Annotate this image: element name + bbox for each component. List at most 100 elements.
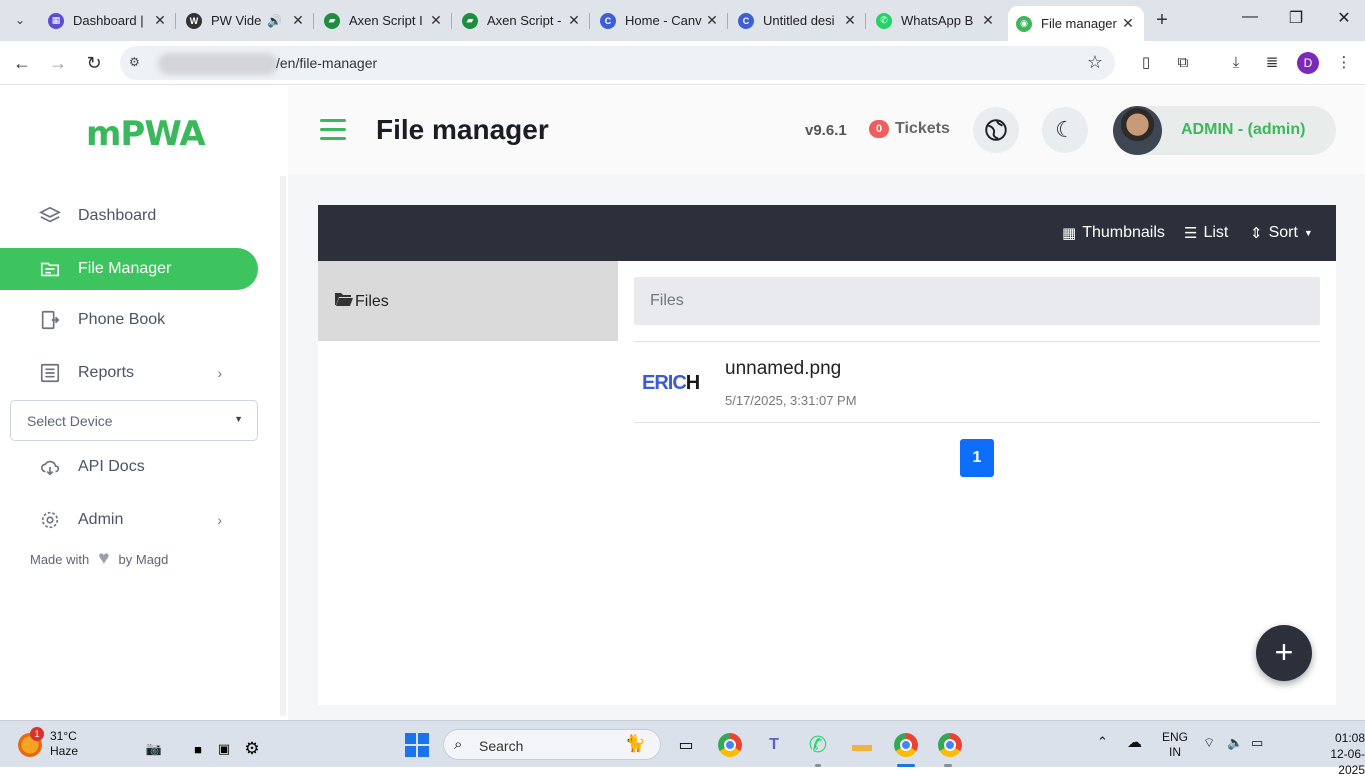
file-explorer-icon[interactable]: ▬ (848, 731, 876, 759)
tree-node-files[interactable]: Files (335, 292, 389, 311)
close-tab-icon[interactable]: ✕ (704, 12, 720, 29)
minimize-window-icon[interactable]: — (1238, 8, 1262, 26)
clock[interactable]: 01:08 12-06-2025 (1313, 730, 1365, 778)
weather-sun-icon: 1 (18, 727, 44, 757)
browser-menu-icon[interactable]: ⋮ (1333, 52, 1355, 74)
bookmark-star-icon[interactable]: ☆ (1087, 52, 1103, 73)
close-tab-icon[interactable]: ✕ (428, 12, 444, 29)
forward-arrow-icon[interactable]: → (46, 51, 70, 75)
extensions-puzzle-icon[interactable]: ⧉ (1172, 52, 1194, 74)
address-bar[interactable]: ⚙ /en/file-manager ☆ (120, 46, 1115, 80)
video-icon[interactable]: ■ (184, 735, 212, 763)
sidebar-item-api-docs[interactable]: API Docs (0, 446, 258, 488)
sidebar-item-admin[interactable]: Admin › (0, 499, 258, 541)
grid-icon: ▦ (1062, 225, 1077, 242)
whatsapp-icon[interactable]: ✆ (804, 731, 832, 759)
globe-language-button[interactable] (973, 107, 1019, 153)
taskbar-search[interactable]: ⌕ Search 🐈 (443, 729, 661, 760)
sidebar-item-label: Phone Book (78, 311, 166, 328)
battery-icon[interactable]: ▭ (1251, 735, 1263, 751)
browser-tab-dashboard[interactable]: ▦ Dashboard | ✕ (40, 6, 176, 35)
file-manager-panel: ▦ Thumbnails ☰ List ⇕ Sort ▼ Files Files (318, 205, 1336, 705)
window-icon[interactable]: ▣ (210, 735, 238, 763)
sidebar-item-phone-book[interactable]: Phone Book (0, 299, 258, 341)
browser-tab-canva-home[interactable]: C Home - Canv ✕ (592, 6, 728, 35)
language-indicator[interactable]: ENG IN (1162, 730, 1188, 760)
sidebar-item-label: Dashboard (78, 207, 157, 224)
browser-tab-whatsapp[interactable]: ✆ WhatsApp B ✕ (868, 6, 1004, 35)
browser-tab-pw-video[interactable]: W PW Vide 🔊 ✕ (178, 6, 314, 35)
reload-icon[interactable]: ↻ (82, 51, 106, 75)
select-device-dropdown[interactable]: Select Device ▼ (10, 400, 258, 441)
view-list-button[interactable]: ☰ List (1184, 224, 1228, 242)
task-view-icon[interactable]: ▭ (672, 731, 700, 759)
tickets-link[interactable]: 0 Tickets (869, 120, 950, 138)
pagination-page-1[interactable]: 1 (960, 439, 994, 477)
user-name: ADMIN - (admin) (1181, 121, 1306, 138)
tab-search-chevron-icon[interactable]: ⌄ (8, 8, 32, 32)
onedrive-cloud-icon[interactable]: ☁ (1127, 733, 1142, 751)
speaker-icon[interactable]: 🔊 (267, 14, 282, 28)
sidebar-scrollbar[interactable] (280, 176, 286, 716)
file-thumbnail[interactable]: ERICH (642, 372, 700, 395)
chrome-app-icon[interactable] (716, 731, 744, 759)
chevron-up-icon[interactable]: ⌃ (1097, 734, 1108, 750)
windows-taskbar: 1 31°C Haze 📷 ■ ▣ ⚙ ⌕ Search 🐈 ▭ T ✆ ▬ ⌃… (0, 720, 1365, 777)
extension-shield-icon[interactable]: ▯ (1135, 52, 1157, 74)
back-arrow-icon[interactable]: ← (10, 51, 34, 75)
sort-dropdown[interactable]: ⇕ Sort ▼ (1250, 224, 1313, 242)
profile-avatar[interactable]: D (1297, 52, 1319, 74)
close-window-icon[interactable]: ✕ (1332, 8, 1356, 28)
sidebar-item-label: Admin (78, 511, 124, 528)
chrome-profile-icon[interactable] (892, 731, 920, 759)
phone-book-icon (38, 308, 62, 332)
file-name[interactable]: unnamed.png (725, 358, 841, 380)
chevron-right-icon: › (217, 512, 222, 528)
page-title: File manager (376, 114, 549, 145)
app-root: mPWA Dashboard File Manager Phone Book R… (0, 86, 1365, 720)
browser-tab-file-manager[interactable]: ◉ File manager ✕ (1008, 6, 1144, 41)
view-thumbnails-button[interactable]: ▦ Thumbnails (1062, 224, 1165, 242)
download-icon[interactable]: ⤓ (1225, 52, 1247, 74)
upload-fab-button[interactable]: + (1256, 625, 1312, 681)
close-tab-icon[interactable]: ✕ (980, 12, 996, 29)
tickets-count-badge: 0 (869, 120, 889, 138)
windows-start-icon[interactable] (405, 733, 429, 757)
volume-icon[interactable]: 🔈 (1227, 735, 1243, 751)
media-control-icon[interactable]: ≣ (1261, 52, 1283, 74)
close-tab-icon[interactable]: ✕ (566, 12, 582, 29)
caret-down-icon: ▼ (1303, 228, 1313, 238)
temperature: 31°C (50, 729, 77, 743)
sidebar-item-reports[interactable]: Reports › (0, 352, 258, 394)
settings-gear-icon[interactable]: ⚙ (238, 735, 266, 763)
close-tab-icon[interactable]: ✕ (842, 12, 858, 29)
sidebar-item-dashboard[interactable]: Dashboard (0, 195, 258, 237)
breadcrumb[interactable]: Files (634, 277, 1320, 325)
hamburger-menu-icon[interactable] (320, 119, 346, 141)
chrome-beta-icon[interactable] (936, 731, 964, 759)
sidebar-item-file-manager[interactable]: File Manager (0, 248, 258, 290)
close-tab-icon[interactable]: ✕ (152, 12, 168, 29)
url-text: /en/file-manager (276, 55, 378, 71)
site-settings-icon[interactable]: ⚙ (129, 55, 145, 71)
camera-icon[interactable]: 📷 (140, 735, 168, 763)
heart-icon: ♥ (98, 548, 110, 569)
new-tab-button[interactable]: + (1150, 8, 1174, 32)
user-menu[interactable]: ADMIN - (admin) (1113, 106, 1336, 155)
layers-icon (38, 204, 62, 228)
teams-icon[interactable]: T (760, 731, 788, 759)
close-tab-icon[interactable]: ✕ (1120, 15, 1136, 32)
close-tab-icon[interactable]: ✕ (290, 12, 306, 29)
sheet-favicon-icon: ▰ (324, 12, 340, 29)
browser-tab-axen-script-1[interactable]: ▰ Axen Script I ✕ (316, 6, 452, 35)
wifi-icon[interactable]: ⌔ (1203, 735, 1215, 751)
browser-tab-axen-script-2[interactable]: ▰ Axen Script - ✕ (454, 6, 590, 35)
list-item[interactable]: ERICH unnamed.png 5/17/2025, 3:31:07 PM (634, 341, 1320, 423)
restore-window-icon[interactable]: ❐ (1284, 8, 1308, 28)
weather-widget[interactable]: 1 31°C Haze (18, 727, 78, 759)
browser-tab-untitled-design[interactable]: C Untitled desi ✕ (730, 6, 866, 35)
version-label: v9.6.1 (805, 122, 847, 139)
browser-toolbar: ← → ↻ ⚙ /en/file-manager ☆ ▯ ⧉ ⤓ ≣ ⋮ (0, 41, 1365, 85)
mpwa-logo[interactable]: mPWA (86, 114, 206, 154)
dark-mode-toggle[interactable]: ☾ (1042, 107, 1088, 153)
